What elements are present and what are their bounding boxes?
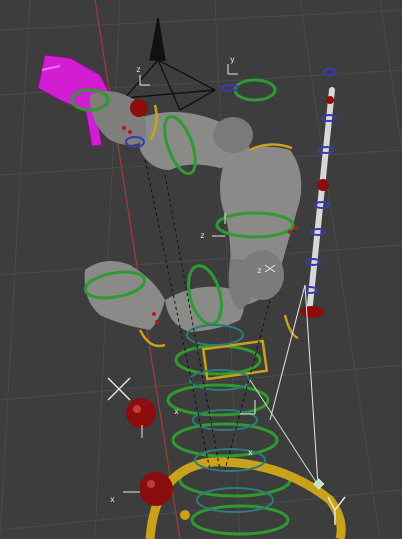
camera-frustum-icon[interactable] xyxy=(124,17,216,111)
svg-text:x: x xyxy=(174,407,179,416)
sphere-icon xyxy=(126,398,156,428)
ik-chain-rings xyxy=(186,324,274,513)
svg-text:y: y xyxy=(230,55,235,64)
viewport-canvas[interactable]: z y z x x z x xyxy=(0,0,402,539)
sphere-icon xyxy=(139,472,173,506)
svg-text:x: x xyxy=(248,448,253,457)
svg-text:z: z xyxy=(200,231,205,240)
3d-viewport[interactable]: z y z x x z x xyxy=(0,0,402,539)
svg-text:z: z xyxy=(136,65,141,74)
svg-text:z: z xyxy=(257,266,262,275)
svg-text:x: x xyxy=(110,495,115,504)
